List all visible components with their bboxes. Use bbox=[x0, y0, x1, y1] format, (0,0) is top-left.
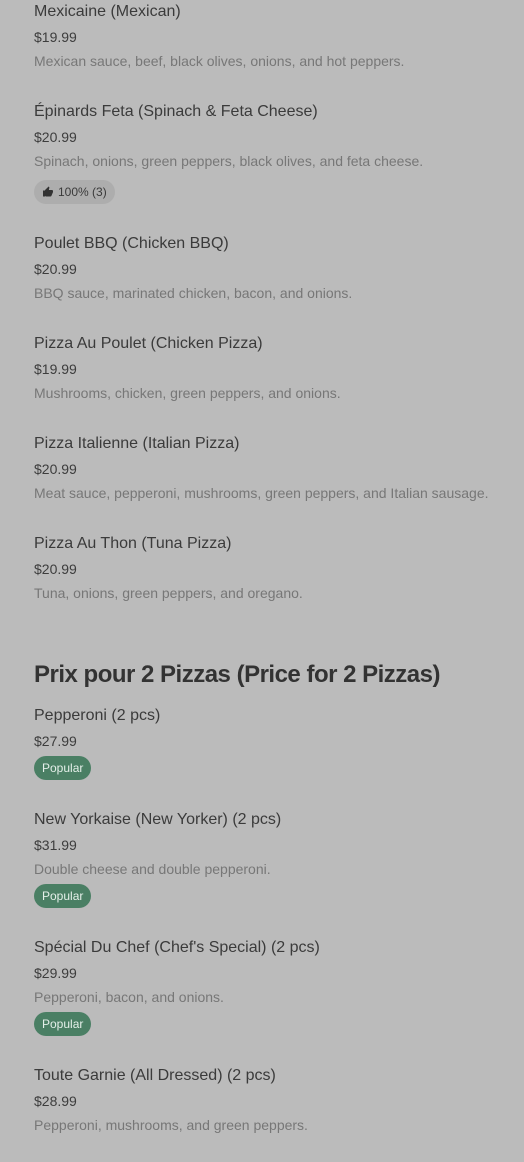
item-name: Pizza Italienne (Italian Pizza) bbox=[34, 435, 240, 452]
item-price: $19.99 bbox=[34, 361, 77, 377]
item-name: Poulet BBQ (Chicken BBQ) bbox=[34, 235, 229, 252]
menu-item-toute-garnie-2pcs[interactable]: Toute Garnie (All Dressed) (2 pcs) $28.9… bbox=[34, 1066, 504, 1134]
section-title: Prix pour 2 Pizzas (Price for 2 Pizzas) bbox=[34, 661, 440, 688]
item-description: Tuna, onions, green peppers, and oregano… bbox=[34, 585, 303, 601]
menu-item-pizza-italienne[interactable]: Pizza Italienne (Italian Pizza) $20.99 M… bbox=[34, 434, 504, 502]
menu-item-new-yorkaise-2pcs[interactable]: New Yorkaise (New Yorker) (2 pcs) $31.99… bbox=[34, 810, 504, 908]
item-name: New Yorkaise (New Yorker) (2 pcs) bbox=[34, 811, 282, 828]
item-name: Épinards Feta (Spinach & Feta Cheese) bbox=[34, 103, 318, 120]
item-name: Pizza Au Poulet (Chicken Pizza) bbox=[34, 335, 263, 352]
thumbs-up-icon bbox=[42, 186, 54, 198]
item-price: $20.99 bbox=[34, 129, 77, 145]
item-description: Double cheese and double pepperoni. bbox=[34, 861, 271, 877]
item-description: Spinach, onions, green peppers, black ol… bbox=[34, 153, 424, 169]
menu-item-special-du-chef-2pcs[interactable]: Spécial Du Chef (Chef's Special) (2 pcs)… bbox=[34, 938, 504, 1036]
popular-badge: Popular bbox=[34, 1012, 92, 1036]
menu-item-epinards-feta[interactable]: Épinards Feta (Spinach & Feta Cheese) $2… bbox=[34, 102, 504, 204]
menu-item-pepperoni-2pcs[interactable]: Pepperoni (2 pcs) $27.99 Popular bbox=[34, 706, 504, 780]
item-price: $31.99 bbox=[34, 837, 77, 853]
menu-item-mexicaine[interactable]: Mexicaine (Mexican) $19.99 Mexican sauce… bbox=[34, 2, 504, 70]
item-name: Pizza Au Thon (Tuna Pizza) bbox=[34, 535, 232, 552]
item-name: Pepperoni (2 pcs) bbox=[34, 707, 161, 724]
item-price: $20.99 bbox=[34, 261, 77, 277]
item-price: $20.99 bbox=[34, 561, 77, 577]
rating-text: 100% (3) bbox=[58, 185, 107, 199]
popular-badge: Popular bbox=[34, 756, 92, 780]
item-price: $19.99 bbox=[34, 29, 77, 45]
item-price: $29.99 bbox=[34, 965, 77, 981]
item-price: $27.99 bbox=[34, 733, 77, 749]
rating-badge: 100% (3) bbox=[34, 180, 115, 204]
item-description: Pepperoni, bacon, and onions. bbox=[34, 989, 224, 1005]
item-name: Toute Garnie (All Dressed) (2 pcs) bbox=[34, 1067, 276, 1084]
item-name: Spécial Du Chef (Chef's Special) (2 pcs) bbox=[34, 939, 320, 956]
item-description: BBQ sauce, marinated chicken, bacon, and… bbox=[34, 285, 353, 301]
menu-item-pizza-au-thon[interactable]: Pizza Au Thon (Tuna Pizza) $20.99 Tuna, … bbox=[34, 534, 504, 602]
menu-item-poulet-bbq[interactable]: Poulet BBQ (Chicken BBQ) $20.99 BBQ sauc… bbox=[34, 234, 504, 302]
item-price: $20.99 bbox=[34, 461, 77, 477]
item-description: Mushrooms, chicken, green peppers, and o… bbox=[34, 385, 341, 401]
item-description: Pepperoni, mushrooms, and green peppers. bbox=[34, 1117, 308, 1133]
item-name: Mexicaine (Mexican) bbox=[34, 3, 181, 20]
popular-badge: Popular bbox=[34, 884, 92, 908]
item-price: $28.99 bbox=[34, 1093, 77, 1109]
item-description: Mexican sauce, beef, black olives, onion… bbox=[34, 53, 405, 69]
menu-item-pizza-au-poulet[interactable]: Pizza Au Poulet (Chicken Pizza) $19.99 M… bbox=[34, 334, 504, 402]
item-description: Meat sauce, pepperoni, mushrooms, green … bbox=[34, 485, 489, 501]
